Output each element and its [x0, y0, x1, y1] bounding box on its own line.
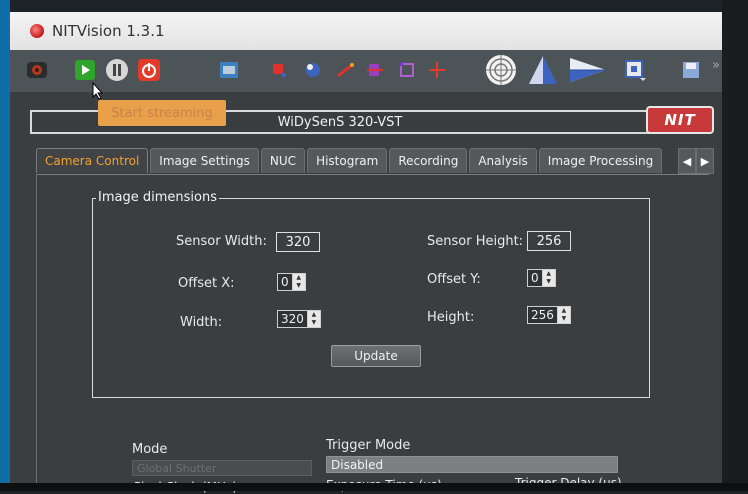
tab-bar: Camera Control Image Settings NUC Histog… [36, 148, 664, 174]
tab-scroll-left-icon[interactable]: ◀ [678, 148, 696, 174]
power-icon[interactable] [136, 57, 162, 83]
mouse-cursor-icon [92, 81, 104, 104]
height-label: Height: [427, 310, 475, 325]
triangle-icon[interactable] [526, 53, 560, 87]
spin-arrows-icon[interactable]: ▲ ▼ [307, 310, 321, 328]
arrow-icon[interactable] [568, 53, 608, 87]
sensor-height-label: Sensor Height: [427, 234, 524, 249]
target-icon[interactable] [484, 53, 518, 87]
settings-icon[interactable] [622, 57, 648, 83]
grid-icon[interactable] [216, 57, 242, 83]
tab-nuc[interactable]: NUC [260, 148, 306, 173]
offset-x-spinbox[interactable]: 0 ▲ ▼ [277, 273, 306, 291]
tab-image-processing[interactable]: Image Processing [538, 148, 663, 173]
width-value[interactable]: 320 [277, 310, 308, 328]
offset-y-spinbox[interactable]: 0 ▲ ▼ [527, 269, 556, 287]
tab-analysis[interactable]: Analysis [469, 148, 537, 173]
mode-field: Global Shutter [132, 460, 312, 476]
desktop-edge-bottom [0, 483, 748, 491]
spin-arrows-icon[interactable]: ▲ ▼ [557, 306, 571, 324]
window-title: NITVision 1.3.1 [52, 22, 165, 40]
camera-icon[interactable] [24, 57, 50, 83]
app-logo-icon [30, 24, 44, 38]
offset-x-label: Offset X: [178, 276, 235, 291]
save-icon[interactable] [678, 57, 704, 83]
spin-arrows-icon[interactable]: ▲ ▼ [542, 269, 556, 287]
pause-icon[interactable] [104, 57, 130, 83]
sensor-width-value: 320 [276, 232, 320, 252]
tab-scroll-arrows: ◀ ▶ [678, 148, 714, 174]
line-icon[interactable] [332, 57, 358, 83]
chevron-right-icon[interactable]: » [712, 58, 720, 73]
crop-icon[interactable] [266, 57, 292, 83]
desktop-edge-left [0, 0, 10, 491]
sensor-width-label: Sensor Width: [176, 234, 267, 249]
spin-arrows-icon[interactable]: ▲ ▼ [292, 273, 306, 291]
image-dimensions-group [92, 198, 650, 398]
tab-scroll-right-icon[interactable]: ▶ [696, 148, 714, 174]
puzzle-icon[interactable] [300, 57, 326, 83]
width-spinbox[interactable]: 320 ▲ ▼ [277, 310, 321, 328]
group-title: Image dimensions [96, 190, 219, 205]
width-label: Width: [180, 315, 223, 330]
nit-logo: NIT [646, 106, 714, 134]
tab-histogram[interactable]: Histogram [307, 148, 388, 173]
tab-recording[interactable]: Recording [389, 148, 468, 173]
frame-icon[interactable] [394, 57, 420, 83]
height-spinbox[interactable]: 256 ▲ ▼ [527, 306, 571, 324]
tab-camera-control[interactable]: Camera Control [36, 148, 149, 173]
start-streaming-tooltip: Start streaming [98, 100, 226, 126]
tab-image-settings[interactable]: Image Settings [150, 148, 259, 173]
trigger-mode-label: Trigger Mode [326, 438, 411, 453]
toolbar: » [10, 50, 722, 92]
offset-x-value[interactable]: 0 [277, 273, 293, 291]
play-icon[interactable] [72, 57, 98, 83]
crosshair-icon[interactable] [424, 57, 450, 83]
title-bar: NITVision 1.3.1 [10, 12, 722, 50]
desktop-edge-right [722, 0, 748, 491]
mode-label: Mode [132, 442, 168, 457]
offset-y-value[interactable]: 0 [527, 269, 543, 287]
transform-icon[interactable] [362, 57, 388, 83]
sensor-height-value: 256 [527, 231, 571, 251]
height-value[interactable]: 256 [527, 306, 558, 324]
offset-y-label: Offset Y: [427, 272, 481, 287]
trigger-mode-select[interactable]: Disabled [326, 456, 618, 473]
update-button[interactable]: Update [331, 345, 421, 367]
